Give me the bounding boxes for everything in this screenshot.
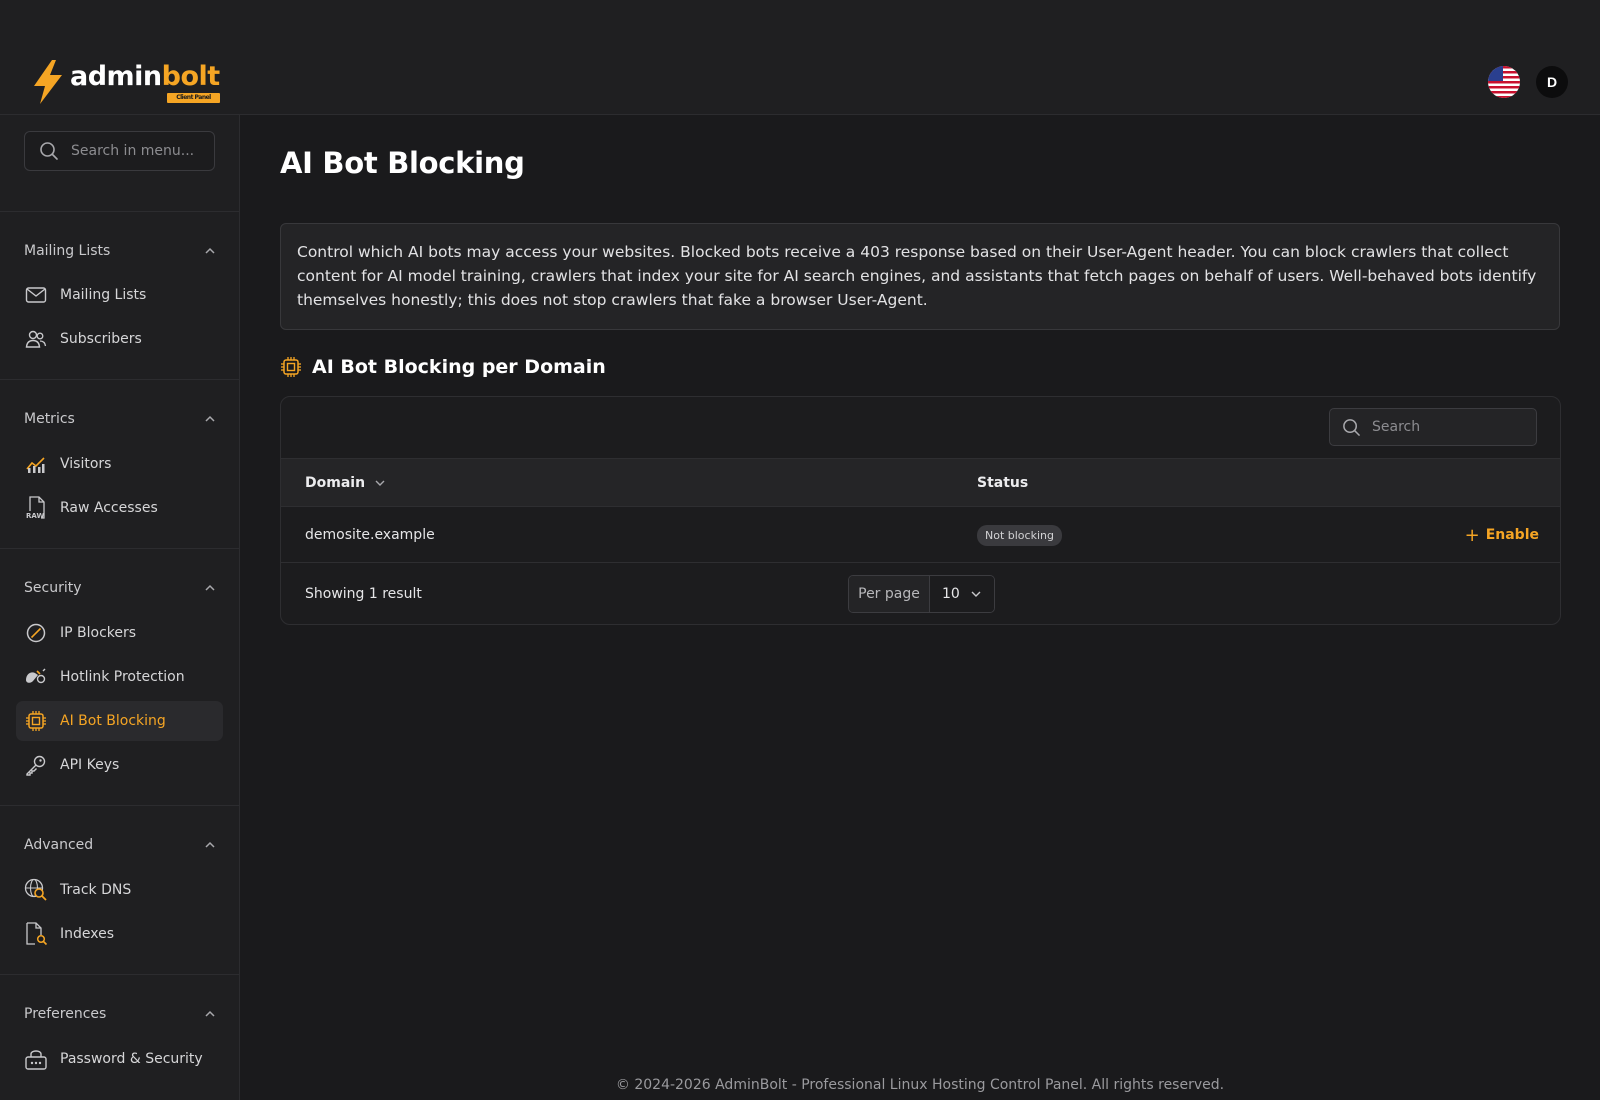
chip-icon bbox=[281, 357, 301, 377]
chip-icon bbox=[24, 709, 48, 733]
search-icon bbox=[1343, 418, 1360, 436]
domain-cell: demosite.example bbox=[305, 527, 435, 543]
table-search-input[interactable] bbox=[1372, 419, 1522, 435]
enable-button[interactable]: + Enable bbox=[1465, 507, 1539, 563]
chevron-up-icon bbox=[205, 841, 215, 848]
result-count: Showing 1 result bbox=[305, 586, 422, 602]
sidebar-item-password-security[interactable]: Password & Security bbox=[16, 1039, 223, 1079]
bolt-icon bbox=[34, 60, 62, 104]
footer-copyright: © 2024-2026 AdminBolt - Professional Lin… bbox=[615, 1077, 1225, 1093]
user-avatar[interactable]: D bbox=[1536, 66, 1568, 98]
brand-logo[interactable]: adminbolt Client Panel bbox=[30, 60, 220, 104]
top-bar: adminbolt Client Panel D bbox=[0, 0, 1600, 115]
svg-text:RAW: RAW bbox=[26, 512, 44, 520]
group-security[interactable]: Security bbox=[24, 578, 216, 598]
per-page-value[interactable]: 10 bbox=[930, 576, 994, 612]
us-flag-icon[interactable] bbox=[1488, 66, 1520, 98]
chevron-down-icon bbox=[375, 480, 385, 486]
sidebar-divider bbox=[0, 548, 240, 549]
per-page-label: Per page bbox=[849, 576, 930, 612]
sidebar-item-mailing-lists[interactable]: Mailing Lists bbox=[16, 275, 223, 315]
table-row: demosite.example Not blocking + Enable bbox=[281, 507, 1560, 563]
sidebar-item-subscribers[interactable]: Subscribers bbox=[16, 319, 223, 359]
column-status: Status bbox=[977, 474, 1029, 491]
chevron-up-icon bbox=[205, 415, 215, 422]
table-footer: Showing 1 result Per page 10 bbox=[281, 563, 1560, 624]
sidebar-divider bbox=[0, 805, 240, 806]
chevron-up-icon bbox=[205, 247, 215, 254]
lock-icon bbox=[24, 1047, 48, 1071]
sidebar-divider bbox=[0, 211, 240, 212]
group-advanced[interactable]: Advanced bbox=[24, 835, 216, 855]
column-domain[interactable]: Domain bbox=[305, 459, 386, 506]
sidebar-divider bbox=[0, 379, 240, 380]
menu-search-input[interactable] bbox=[71, 143, 211, 159]
section-header: AI Bot Blocking per Domain bbox=[280, 354, 606, 380]
sidebar-item-raw-accesses[interactable]: RAW Raw Accesses bbox=[16, 488, 223, 528]
users-icon bbox=[24, 327, 48, 351]
status-badge: Not blocking bbox=[977, 524, 1062, 546]
menu-search[interactable] bbox=[24, 131, 215, 171]
table-header: Domain Status bbox=[281, 458, 1560, 507]
dns-search-icon bbox=[24, 878, 48, 902]
chevron-up-icon bbox=[205, 584, 215, 591]
group-preferences[interactable]: Preferences bbox=[24, 1004, 216, 1024]
chevron-up-icon bbox=[205, 1010, 215, 1017]
description-box: Control which AI bots may access your we… bbox=[280, 223, 1560, 330]
file-search-icon bbox=[24, 922, 48, 946]
hotlink-icon bbox=[24, 665, 48, 689]
sidebar-item-track-dns[interactable]: Track DNS bbox=[16, 870, 223, 910]
sidebar-item-api-keys[interactable]: API Keys bbox=[16, 745, 223, 785]
chart-icon bbox=[24, 452, 48, 476]
search-icon bbox=[40, 142, 58, 160]
sidebar-item-indexes[interactable]: Indexes bbox=[16, 914, 223, 954]
group-metrics[interactable]: Metrics bbox=[24, 409, 216, 429]
plus-icon: + bbox=[1464, 524, 1480, 546]
sidebar: Mailing Lists Mailing Lists Subscribers … bbox=[0, 115, 240, 1100]
chevron-down-icon bbox=[971, 591, 981, 597]
group-mailing-lists[interactable]: Mailing Lists bbox=[24, 241, 216, 261]
brand-badge: Client Panel bbox=[167, 93, 220, 103]
mail-icon bbox=[24, 283, 48, 307]
brand-name: adminbolt Client Panel bbox=[70, 61, 220, 103]
sidebar-item-ai-bot-blocking[interactable]: AI Bot Blocking bbox=[16, 701, 223, 741]
table-search[interactable] bbox=[1329, 408, 1537, 446]
per-page-select[interactable]: Per page 10 bbox=[848, 575, 995, 613]
page-title: AI Bot Blocking bbox=[280, 146, 525, 180]
domains-table-card: Domain Status demosite.example Not block… bbox=[280, 396, 1561, 625]
description-text: Control which AI bots may access your we… bbox=[297, 243, 1537, 309]
status-cell: Not blocking bbox=[977, 507, 1062, 563]
section-title: AI Bot Blocking per Domain bbox=[312, 356, 606, 378]
raw-file-icon: RAW bbox=[24, 496, 48, 520]
sidebar-divider bbox=[0, 974, 240, 975]
sidebar-item-ip-blockers[interactable]: IP Blockers bbox=[16, 613, 223, 653]
key-icon bbox=[24, 753, 48, 777]
sidebar-item-hotlink-protection[interactable]: Hotlink Protection bbox=[16, 657, 223, 697]
sidebar-item-visitors[interactable]: Visitors bbox=[16, 444, 223, 484]
block-icon bbox=[24, 621, 48, 645]
